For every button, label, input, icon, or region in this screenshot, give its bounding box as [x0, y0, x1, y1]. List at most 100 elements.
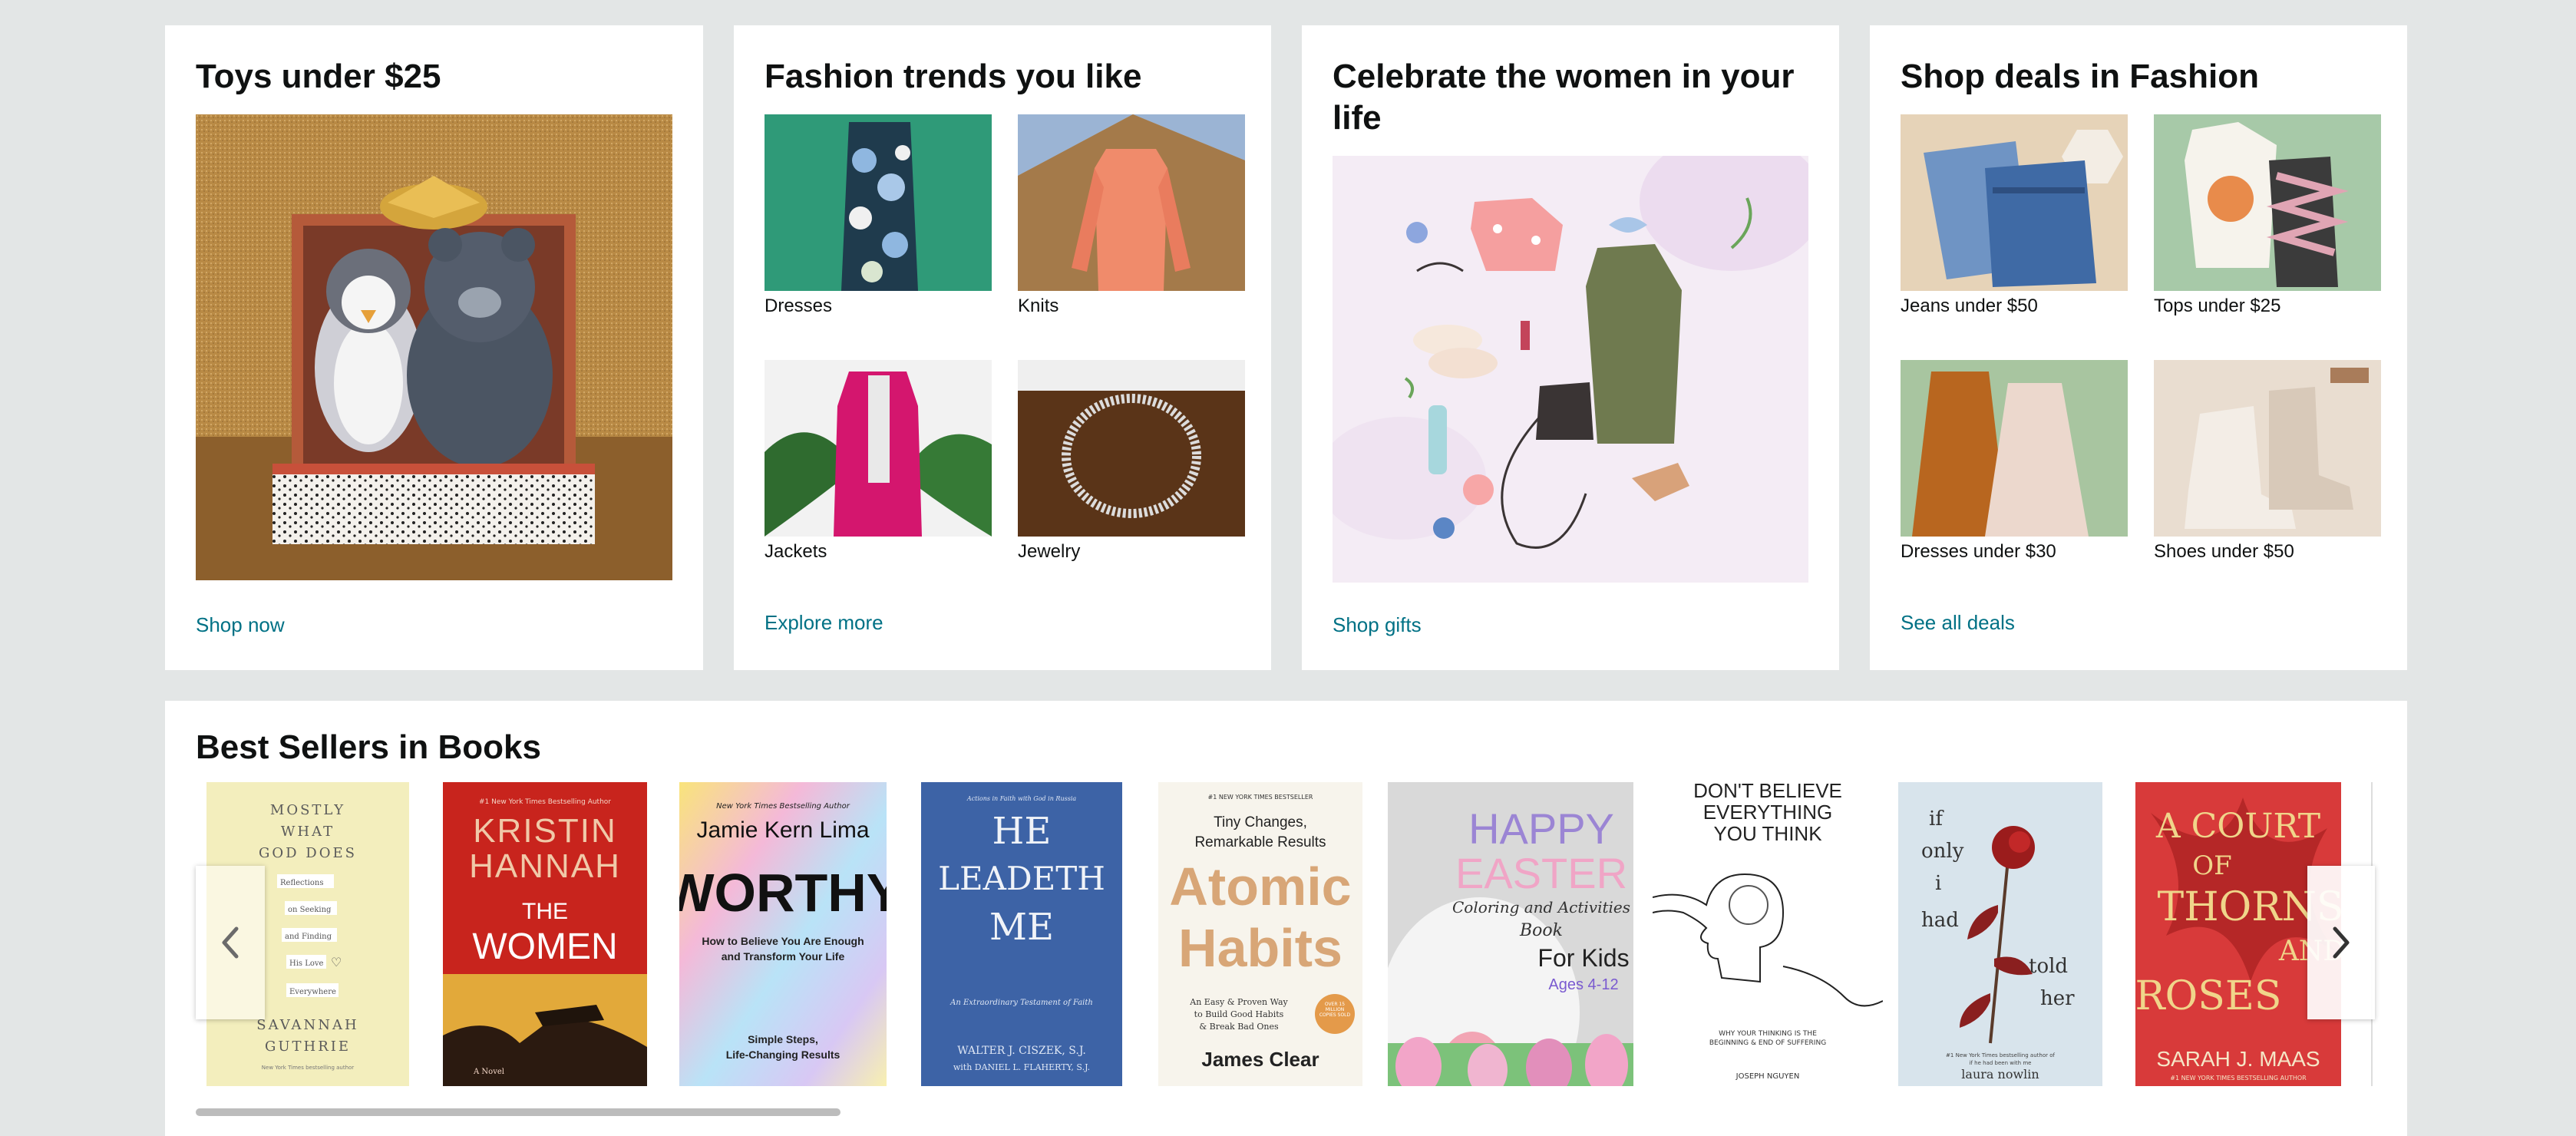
book-desc-line: An Easy & Proven Way	[1189, 997, 1288, 1007]
dresses-image	[765, 114, 992, 291]
book-footer-line: Life-Changing Results	[726, 1048, 841, 1061]
women-gifts-image[interactable]	[1333, 156, 1808, 583]
book-subtitle: An Extraordinary Testament of Faith	[949, 999, 1093, 1007]
book-cover-he-leadeth-me[interactable]: Actions in Faith with God in Russia HE L…	[921, 782, 1122, 1086]
best-sellers-books: Best Sellers in Books MOSTLY WHAT GOD DO…	[165, 701, 2407, 1136]
card-title: Shop deals in Fashion	[1901, 58, 2259, 95]
card-fashion-trends: Fashion trends you like Dresses Knits Ja…	[734, 25, 1271, 670]
carousel-next-button[interactable]	[2307, 866, 2375, 1019]
card-celebrate-women: Celebrate the women in your life Shop gi…	[1302, 25, 1839, 670]
book-author-line: SAVANNAH	[256, 1017, 358, 1033]
book-subtitle-line: How to Believe You Are Enough	[702, 935, 864, 947]
book-title-line: EASTER	[1455, 849, 1627, 897]
shoes-image	[2154, 360, 2381, 537]
book-cover-dont-believe[interactable]: DON'T BELIEVE EVERYTHING YOU THINK WHY Y…	[1653, 782, 1883, 1086]
shop-now-link[interactable]: Shop now	[196, 613, 285, 637]
tile-label: Dresses	[765, 296, 833, 316]
book-desc-line: to Build Good Habits	[1194, 1009, 1284, 1019]
book-author-line: with DANIEL L. FLAHERTY, S.J.	[953, 1062, 1090, 1072]
book-title-line: only	[1921, 840, 1964, 863]
jewelry-image	[1018, 360, 1245, 537]
book-desc-line: & Break Bad Ones	[1199, 1022, 1279, 1032]
book-note: Everywhere	[289, 988, 336, 996]
tile-label: Knits	[1018, 296, 1059, 316]
tile-dresses-deal[interactable]: Dresses under $30	[1901, 360, 2128, 563]
book-tagline: Actions in Faith with God in Russia	[966, 795, 1077, 802]
book-subtitle-line: Book	[1519, 921, 1563, 940]
book-cover-worthy[interactable]: New York Times Bestselling Author Jamie …	[679, 782, 887, 1086]
book-author: James Clear	[1201, 1048, 1319, 1071]
book-title-line-right: told	[2029, 955, 2068, 978]
book-note: on Seeking	[288, 906, 332, 914]
tile-shoes[interactable]: Shoes under $50	[2154, 360, 2381, 563]
book-tagline: New York Times Bestselling Author	[716, 802, 850, 811]
tile-label: Dresses under $30	[1901, 541, 2056, 562]
book-title-line: OF	[2192, 850, 2231, 881]
book-title-line: GOD DOES	[259, 845, 357, 861]
tile-knits[interactable]: Knits	[1018, 114, 1245, 317]
book-title-line: ROSES	[2135, 973, 2282, 1019]
book-title-line: DON'T BELIEVE	[1693, 782, 1842, 802]
book-cover-atomic-habits[interactable]: #1 NEW YORK TIMES BESTSELLER Tiny Change…	[1158, 782, 1362, 1086]
dresses-deal-image	[1901, 360, 2128, 537]
book-title-line: Atomic	[1169, 857, 1351, 916]
tile-label: Jewelry	[1018, 541, 1081, 562]
card-title-line1: Celebrate the women in your	[1333, 58, 1795, 95]
tile-label: Tops under $25	[2154, 296, 2281, 316]
tile-jeans[interactable]: Jeans under $50	[1901, 114, 2128, 317]
see-all-deals-link[interactable]: See all deals	[1901, 611, 2015, 635]
knits-image	[1018, 114, 1245, 291]
book-cover-the-women[interactable]: #1 New York Times Bestselling Author KRI…	[443, 782, 647, 1086]
book-title-line: WHAT	[281, 824, 335, 840]
book-ages: Ages 4-12	[1548, 976, 1618, 993]
tile-label: Shoes under $50	[2154, 541, 2294, 562]
explore-more-link[interactable]: Explore more	[765, 611, 883, 635]
book-tagline-line: if he had been with me	[1970, 1060, 2032, 1066]
tile-tops[interactable]: Tops under $25	[2154, 114, 2381, 317]
book-subtitle-line: Tiny Changes,	[1214, 814, 1307, 831]
toys-image[interactable]	[196, 114, 672, 580]
tile-jewelry[interactable]: Jewelry	[1018, 360, 1245, 563]
book-note: Reflections	[280, 879, 323, 887]
book-author: JOSEPH NGUYEN	[1735, 1072, 1800, 1081]
book-author-line: GUTHRIE	[265, 1039, 351, 1055]
book-title: WORTHY	[679, 863, 887, 923]
chevron-left-icon	[222, 926, 239, 959]
book-title-line: EVERYTHING	[1703, 801, 1833, 824]
book-author-line: HANNAH	[469, 847, 621, 885]
carousel-scrollbar[interactable]	[196, 1108, 841, 1116]
book-tagline: #1 New York Times Bestselling Author	[479, 798, 611, 806]
book-cover-if-only-i-had-told-her[interactable]: if only i had told her #1 New York Times…	[1898, 782, 2102, 1086]
shop-gifts-link[interactable]: Shop gifts	[1333, 613, 1422, 637]
book-title-line: A COURT	[2155, 807, 2320, 846]
book-title-line: Habits	[1178, 918, 1342, 978]
book-subtitle: A Novel	[473, 1068, 504, 1076]
card-fashion-deals: Shop deals in Fashion Jeans under $50 To…	[1870, 25, 2407, 670]
book-title-line: LEADETH	[938, 860, 1105, 897]
book-title-line: YOU THINK	[1713, 822, 1822, 845]
tile-dresses[interactable]: Dresses	[765, 114, 992, 317]
book-note: His Love	[289, 959, 324, 968]
card-title: Celebrate the women in your life	[1333, 56, 1808, 139]
book-subtitle-line: BEGINNING & END OF SUFFERING	[1709, 1039, 1826, 1047]
book-cover-happy-easter[interactable]: HAPPY EASTER Coloring and Activities Boo…	[1388, 782, 1633, 1086]
book-author: laura nowlin	[1961, 1067, 2039, 1082]
jeans-image	[1901, 114, 2128, 291]
book-title-line: MOSTLY	[270, 802, 345, 818]
card-title-line2: life	[1333, 99, 1382, 137]
card-title: Toys under $25	[196, 58, 441, 95]
book-title-line: HE	[992, 810, 1052, 853]
tile-jackets[interactable]: Jackets	[765, 360, 992, 563]
chevron-right-icon	[2333, 926, 2350, 959]
jackets-image	[765, 360, 992, 537]
svg-text:♡: ♡	[331, 955, 342, 969]
tile-label: Jeans under $50	[1901, 296, 2038, 316]
tops-image	[2154, 114, 2381, 291]
book-tagline: New York Times bestselling author	[262, 1065, 355, 1071]
book-tagline: #1 NEW YORK TIMES BESTSELLER	[1208, 794, 1313, 801]
tile-label: Jackets	[765, 541, 827, 562]
book-title-line: if	[1929, 807, 1944, 831]
book-title-line: WOMEN	[472, 926, 617, 967]
book-title-line: THE	[522, 899, 568, 924]
carousel-prev-button[interactable]	[196, 866, 265, 1019]
